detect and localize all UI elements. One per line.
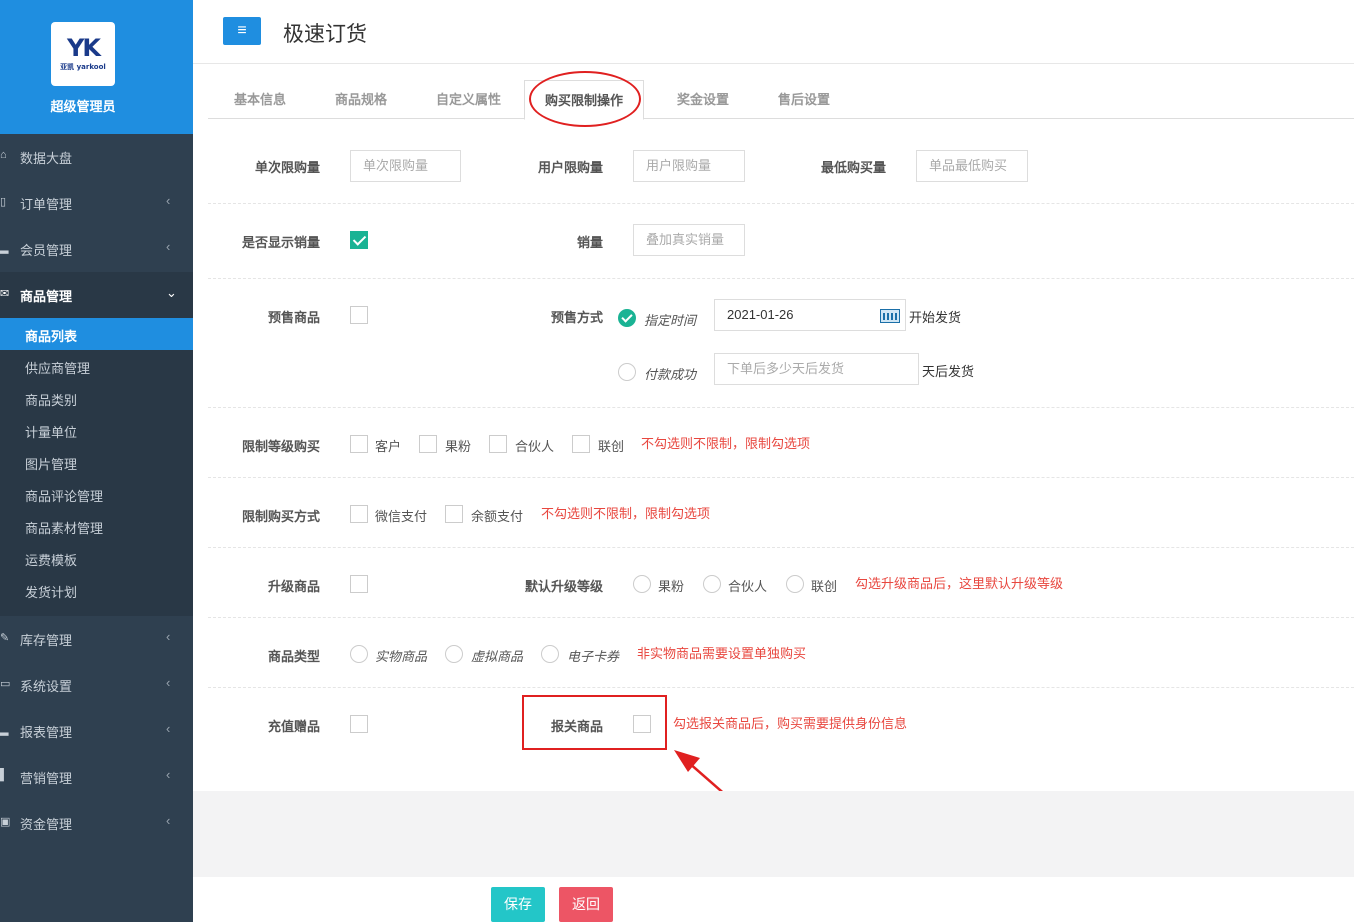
save-button[interactable]: 保存	[491, 887, 545, 922]
footer-gray-area	[193, 791, 1354, 877]
back-button[interactable]: 返回	[559, 887, 613, 922]
annotation-arrow	[674, 750, 801, 861]
